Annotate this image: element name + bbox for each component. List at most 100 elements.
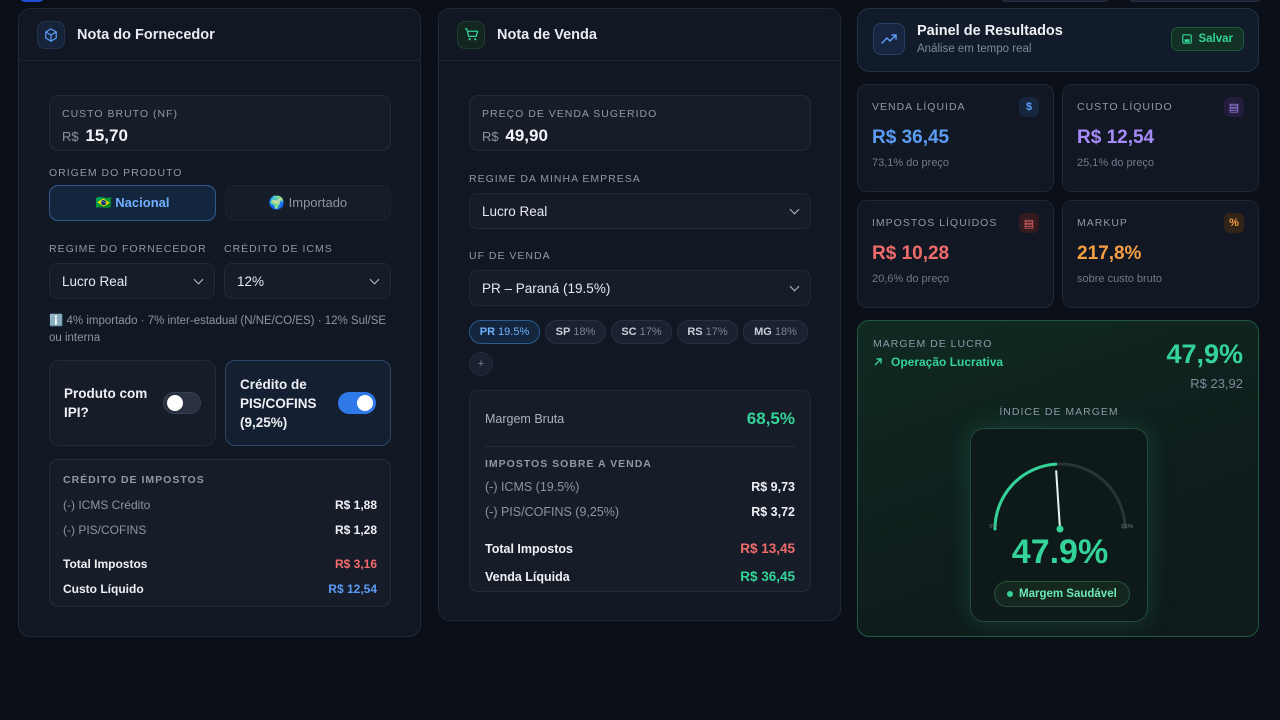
arrow-up-right-icon [874, 358, 882, 366]
sale-tax-row-label: (-) ICMS (19.5%) [485, 480, 580, 494]
sale-tax-row-value: R$ 3,72 [751, 505, 795, 519]
chevron-down-icon [789, 281, 800, 291]
toggle-knob [357, 395, 373, 411]
metric-label: MARKUP [1077, 217, 1128, 229]
sale-tax-summary: Margem Bruta 68,5% IMPOSTOS SOBRE A VEND… [469, 390, 811, 592]
uf-chip-pr[interactable]: PR 19.5% [469, 320, 540, 344]
supplier-card: Nota do Fornecedor CUSTO BRUTO (NF) R$ 1… [18, 8, 421, 637]
uf-chip-code: RS [687, 326, 703, 338]
uf-chip-sp[interactable]: SP 18% [545, 320, 606, 344]
pis-cofins-toggle[interactable] [338, 392, 376, 414]
uf-chip-code: MG [754, 326, 772, 338]
company-regime-label: REGIME DA MINHA EMPRESA [469, 173, 641, 185]
uf-chip-pct: 19.5% [498, 326, 530, 338]
uf-chip-code: PR [479, 326, 496, 338]
tax-credit-title: CRÉDITO DE IMPOSTOS [63, 474, 205, 486]
uf-chip-pct: 18% [573, 326, 596, 338]
margin-gauge-panel: 0% 100% 47.9% Margem Saudável [970, 428, 1148, 622]
origin-national-button[interactable]: 🇧🇷 Nacional [49, 185, 216, 221]
sale-price-value: 49,90 [505, 126, 548, 145]
uf-chip-sc[interactable]: SC 17% [611, 320, 672, 344]
uf-chip-code: SP [555, 326, 571, 338]
uf-select[interactable]: PR – Paraná (19.5%) [469, 270, 811, 306]
currency-symbol: R$ [482, 129, 499, 144]
gross-cost-label: CUSTO BRUTO (NF) [62, 108, 178, 120]
origin-imported-button[interactable]: 🌍 Importado [225, 185, 391, 221]
icms-info-note: ℹ️ 4% importado · 7% inter-estadual (N/N… [49, 315, 387, 344]
supplier-title: Nota do Fornecedor [77, 26, 215, 43]
origin-label: ORIGEM DO PRODUTO [49, 167, 183, 179]
credit-row: (-) ICMS Crédito R$ 1,88 [63, 498, 377, 512]
add-uf-chip[interactable]: + [469, 352, 493, 376]
pis-cofins-toggle-card[interactable]: Crédito de PIS/COFINS (9,25%) [225, 360, 391, 446]
save-button[interactable]: Salvar [1171, 27, 1244, 51]
ipi-toggle[interactable] [163, 392, 201, 414]
chevron-down-icon [193, 274, 204, 284]
metric-sub: 25,1% do preço [1077, 157, 1155, 169]
topbar-button[interactable] [1000, 0, 1110, 2]
toggle-knob [167, 395, 183, 411]
gauge-max-label: 100% [1121, 524, 1134, 530]
cart-icon [457, 20, 485, 49]
uf-chip-pct: 18% [774, 326, 797, 338]
metric-value: 217,8% [1077, 243, 1142, 264]
gross-cost-value: 15,70 [85, 126, 128, 145]
company-regime-select[interactable]: Lucro Real [469, 193, 811, 229]
metric-sub: sobre custo bruto [1077, 273, 1162, 285]
margin-label: MARGEM DE LUCRO [873, 338, 993, 350]
metric-net-cost: CUSTO LÍQUIDO ▤ R$ 12,54 25,1% do preço [1062, 84, 1259, 192]
company-regime-value: Lucro Real [482, 203, 548, 219]
supplier-regime-value: Lucro Real [62, 273, 128, 289]
metric-net-sale: VENDA LÍQUIDA $ R$ 36,45 73,1% do preço [857, 84, 1054, 192]
net-cost-value: R$ 12,54 [328, 582, 377, 596]
net-sale-value: R$ 36,45 [740, 569, 795, 584]
uf-chip-code: SC [621, 326, 637, 338]
sale-title: Nota de Venda [497, 26, 597, 43]
gross-margin-label: Margem Bruta [485, 411, 565, 426]
box-icon [37, 20, 65, 49]
results-subtitle: Análise em tempo real [917, 43, 1032, 55]
sale-price-field[interactable]: PREÇO DE VENDA SUGERIDO R$ 49,90 [469, 95, 811, 151]
margin-value: 47,9% [1166, 339, 1243, 369]
metric-sub: 73,1% do preço [872, 157, 950, 169]
profit-margin-card: MARGEM DE LUCRO Operação Lucrativa 47,9%… [857, 320, 1259, 637]
supplier-regime-label: REGIME DO FORNECEDOR [49, 243, 207, 255]
uf-chip-mg[interactable]: MG 18% [743, 320, 808, 344]
sale-tax-row: (-) ICMS (19.5%) R$ 9,73 [485, 480, 795, 494]
status-dot-icon [1007, 591, 1013, 597]
icms-credit-select[interactable]: 12% [224, 263, 391, 299]
sale-total-value: R$ 13,45 [740, 541, 795, 556]
receipt-icon: ▤ [1224, 97, 1244, 117]
results-header: Painel de Resultados Análise em tempo re… [857, 8, 1259, 72]
metric-label: VENDA LÍQUIDA [872, 101, 966, 113]
net-cost-row: Custo Líquido R$ 12,54 [63, 582, 377, 596]
topbar-button[interactable] [1128, 0, 1262, 2]
supplier-regime-select[interactable]: Lucro Real [49, 263, 215, 299]
gauge-fill [993, 462, 1058, 531]
uf-label: UF DE VENDA [469, 250, 551, 262]
margin-health-text: Margem Saudável [1019, 588, 1117, 600]
chevron-down-icon [789, 204, 800, 214]
gauge-needle [1055, 470, 1061, 530]
sale-tax-row-value: R$ 9,73 [751, 480, 795, 494]
gauge-value: 47.9% [1011, 533, 1109, 571]
margin-status: Operação Lucrativa [873, 355, 1003, 369]
margin-status-text: Operação Lucrativa [891, 355, 1004, 369]
sale-total-row: Total Impostos R$ 13,45 [485, 541, 795, 556]
supplier-card-header: Nota do Fornecedor [19, 9, 420, 61]
app-logo[interactable] [18, 0, 46, 2]
credit-row-value: R$ 1,88 [334, 498, 377, 512]
credit-total-value: R$ 3,16 [334, 557, 377, 571]
metric-label: IMPOSTOS LÍQUIDOS [872, 217, 998, 229]
icms-credit-label: CRÉDITO DE ICMS [224, 243, 333, 255]
credit-total-label: Total Impostos [63, 557, 148, 571]
uf-chip-rs[interactable]: RS 17% [677, 320, 738, 344]
gross-cost-field[interactable]: CUSTO BRUTO (NF) R$ 15,70 [49, 95, 391, 151]
net-sale-label: Venda Líquida [485, 569, 570, 584]
ipi-toggle-card[interactable]: Produto com IPI? [49, 360, 216, 446]
percent-icon: % [1224, 213, 1244, 233]
metric-value: R$ 10,28 [872, 243, 950, 264]
metric-value: R$ 12,54 [1077, 127, 1155, 148]
icms-credit-value: 12% [237, 273, 265, 289]
credit-row: (-) PIS/COFINS R$ 1,28 [63, 523, 377, 537]
